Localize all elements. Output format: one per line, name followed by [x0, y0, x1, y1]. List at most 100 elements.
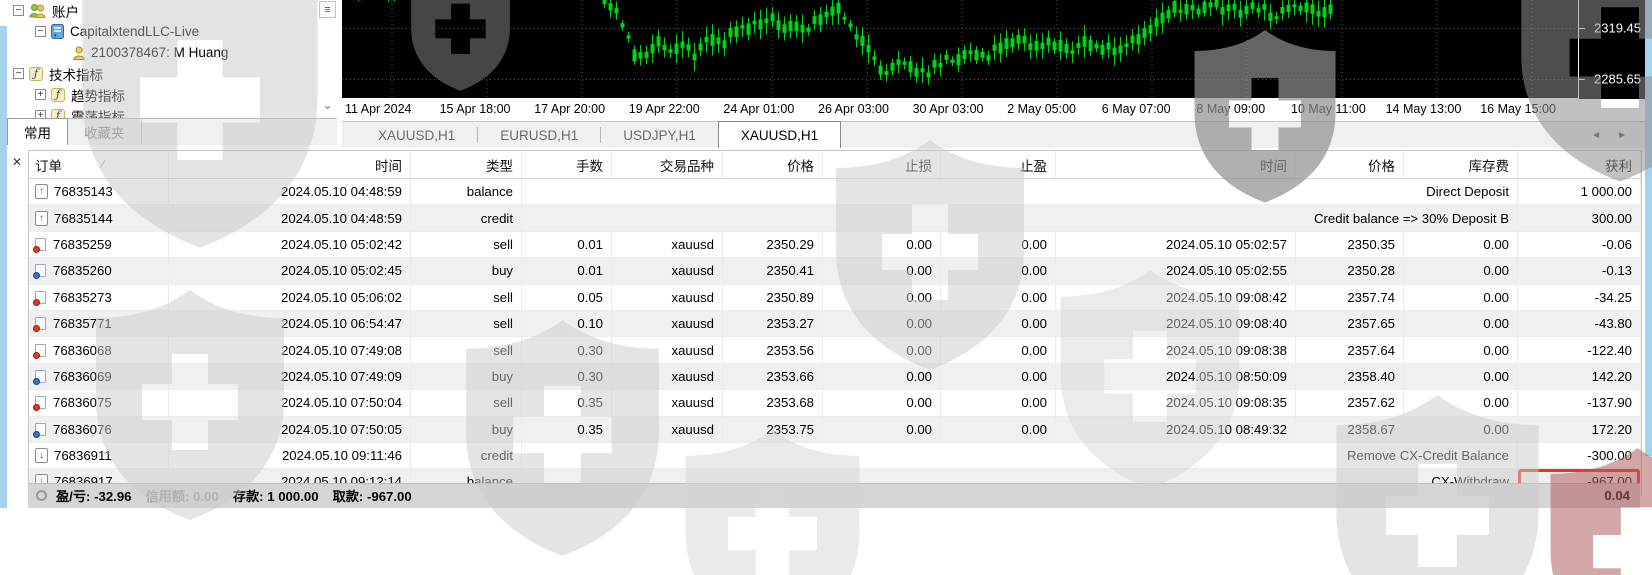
profit-cell: 172.20: [1518, 417, 1641, 442]
sl-cell: 0.00: [823, 232, 941, 257]
close-time-cell: 2024.05.10 08:49:32: [1056, 417, 1296, 442]
column-header-8[interactable]: 时间: [1056, 151, 1296, 178]
x-axis-tick-label: 30 Apr 03:00: [913, 102, 984, 116]
symbol-cell: xauusd: [612, 417, 723, 442]
order-id: 76836076: [53, 422, 112, 437]
expand-expander-icon[interactable]: +: [35, 110, 46, 118]
lots-cell: 0.05: [522, 285, 612, 310]
collapse-expander-icon[interactable]: −: [13, 5, 24, 16]
table-row[interactable]: 768357712024.05.10 06:54:47sell0.10xauus…: [29, 311, 1641, 337]
order-sell-icon: [35, 238, 46, 251]
chart-tab-usdjpy-h1[interactable]: USDJPY,H1: [601, 122, 718, 148]
expand-expander-icon[interactable]: +: [35, 89, 46, 100]
symbol-cell: xauusd: [612, 364, 723, 389]
navigator-tab-common[interactable]: 常用: [7, 118, 68, 145]
order-sell-icon: [35, 344, 46, 357]
type-cell: credit: [411, 443, 522, 468]
table-row[interactable]: ↑768351432024.05.10 04:48:59balanceDirec…: [29, 179, 1641, 205]
column-header-9[interactable]: 价格: [1296, 151, 1404, 178]
tree-item[interactable]: +ƒ震荡指标: [7, 105, 317, 118]
symbol-cell: xauusd: [612, 285, 723, 310]
price-cell: 2350.29: [723, 232, 823, 257]
time-cell: 2024.05.10 05:06:02: [169, 285, 411, 310]
candlestick-chart[interactable]: 2319.452285.65: [342, 0, 1645, 99]
table-row[interactable]: 768360752024.05.10 07:50:04sell0.35xauus…: [29, 390, 1641, 416]
price-cell: 2353.27: [723, 311, 823, 336]
x-axis-tick-label: 11 Apr 2024: [345, 102, 412, 116]
tree-item[interactable]: + ƒ 趋势指标: [7, 84, 317, 105]
time-cell: 2024.05.10 07:49:09: [169, 364, 411, 389]
menu-icon: ≡: [324, 4, 330, 16]
terminal-close-button[interactable]: ✕: [9, 154, 25, 170]
table-row[interactable]: 768352592024.05.10 05:02:42sell0.01xauus…: [29, 232, 1641, 258]
table-row[interactable]: ↑768351442024.05.10 04:48:59creditCredit…: [29, 205, 1641, 231]
x-axis-tick-label: 26 Apr 03:00: [818, 102, 889, 116]
close-time-cell: 2024.05.10 05:02:55: [1056, 258, 1296, 283]
navigator-menu-button[interactable]: ≡: [319, 1, 336, 18]
column-header-10[interactable]: 库存费: [1404, 151, 1518, 178]
column-header-6[interactable]: 止损: [823, 151, 941, 178]
order-cell: 76835771: [29, 311, 169, 336]
order-cell: 76835259: [29, 232, 169, 257]
x-axis-tick-label: 10 May 11:00: [1291, 102, 1366, 116]
orders-table-body: ↑768351432024.05.10 04:48:59balanceDirec…: [29, 179, 1641, 496]
accounts-icon: [29, 3, 46, 18]
profit-cell: 142.20: [1518, 364, 1641, 389]
time-cell: 2024.05.10 09:11:46: [169, 443, 411, 468]
order-cell: 76835273: [29, 285, 169, 310]
tree-item[interactable]: −账户: [7, 0, 317, 21]
close-time-cell: 2024.05.10 08:50:09: [1056, 364, 1296, 389]
price-cell: 2353.56: [723, 337, 823, 362]
tp-cell: 0.00: [941, 285, 1056, 310]
lots-cell: 0.01: [522, 258, 612, 283]
collapse-expander-icon[interactable]: −: [13, 68, 24, 79]
chart-tab-xauusd-h1[interactable]: XAUUSD,H1: [718, 121, 841, 148]
navigator-tab-favorites[interactable]: 收藏夹: [68, 119, 142, 145]
table-row[interactable]: 768360692024.05.10 07:49:09buy0.30xauusd…: [29, 364, 1641, 390]
column-header-5[interactable]: 价格: [723, 151, 823, 178]
time-cell: 2024.05.10 07:49:08: [169, 337, 411, 362]
collapse-expander-icon[interactable]: −: [35, 26, 46, 37]
table-row[interactable]: 768360762024.05.10 07:50:05buy0.35xauusd…: [29, 417, 1641, 443]
x-axis-tick-label: 6 May 07:00: [1102, 102, 1171, 116]
tree-item[interactable]: −ƒ技术指标: [7, 63, 317, 84]
sl-cell: 0.00: [823, 258, 941, 283]
chart-tab-xauusd-h1[interactable]: XAUUSD,H1: [356, 122, 477, 148]
column-header-2[interactable]: 类型: [411, 151, 522, 178]
order-cell: 76836076: [29, 417, 169, 442]
type-cell: buy: [411, 364, 522, 389]
chart-tab-eurusd-h1[interactable]: EURUSD,H1: [478, 122, 600, 148]
tab-scroll-left-icon[interactable]: ◄: [1591, 130, 1601, 141]
navigator-scrollbar[interactable]: ≡ ⌄: [318, 0, 337, 118]
order-id: 76835144: [54, 211, 113, 226]
column-header-11[interactable]: 获利: [1518, 151, 1641, 178]
balance-out-icon: ↓: [35, 448, 48, 463]
x-axis-tick-label: 2 May 05:00: [1007, 102, 1076, 116]
tree-item[interactable]: 2100378467: M Huang: [7, 42, 317, 63]
swap-cell: 0.00: [1404, 417, 1518, 442]
tree-item-label: 趋势指标: [71, 85, 125, 105]
navigator-panel: −账户−CapitalxtendLLC-Live2100378467: M Hu…: [7, 0, 337, 145]
tp-cell: 0.00: [941, 258, 1056, 283]
table-row[interactable]: 768352732024.05.10 05:06:02sell0.05xauus…: [29, 285, 1641, 311]
column-header-1[interactable]: 时间: [169, 151, 411, 178]
order-id: 76836075: [53, 395, 112, 410]
column-header-0[interactable]: 订单∕: [29, 151, 169, 178]
order-cell: 76835260: [29, 258, 169, 283]
column-header-4[interactable]: 交易品种: [612, 151, 723, 178]
table-row[interactable]: 768352602024.05.10 05:02:45buy0.01xauusd…: [29, 258, 1641, 284]
profit-cell: -300.00: [1518, 443, 1641, 468]
table-row[interactable]: ↓768369112024.05.10 09:11:46creditRemove…: [29, 443, 1641, 469]
navigator-scroll-down-button[interactable]: ⌄: [319, 96, 336, 113]
account-summary-bar: 盈/亏: -32.96信用额: 0.00存款: 1 000.00取款: -967…: [28, 483, 1640, 508]
order-id: 76835259: [53, 237, 112, 252]
sort-ascending-icon: ∕: [102, 159, 104, 171]
table-row[interactable]: 768360682024.05.10 07:49:08sell0.30xauus…: [29, 337, 1641, 363]
time-cell: 2024.05.10 05:02:45: [169, 258, 411, 283]
summary-total: 0.04: [1604, 484, 1630, 508]
function-icon: ƒ: [51, 88, 65, 102]
tab-scroll-right-icon[interactable]: ►: [1617, 130, 1627, 141]
tree-item[interactable]: −CapitalxtendLLC-Live: [7, 21, 317, 42]
column-header-7[interactable]: 止盈: [941, 151, 1056, 178]
column-header-3[interactable]: 手数: [522, 151, 612, 178]
